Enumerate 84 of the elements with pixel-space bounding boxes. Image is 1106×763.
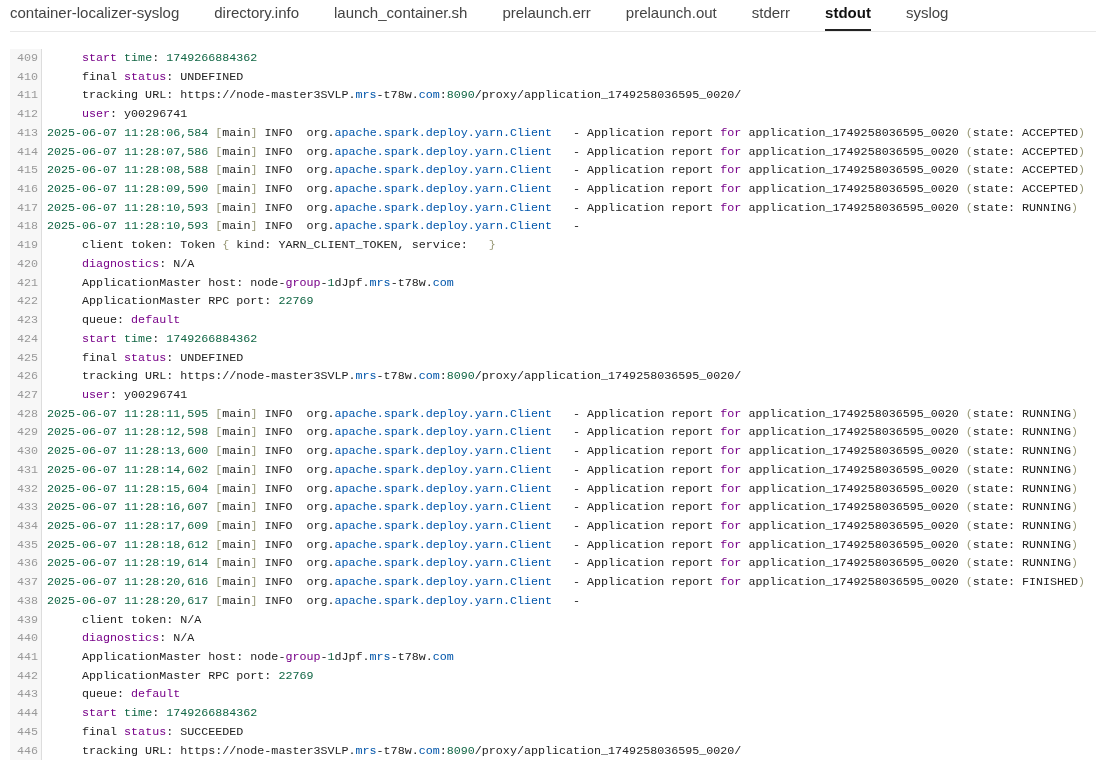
log-line: 2025-06-07 11:28:19,614 [main] INFO org.apache.spark.deploy.yarn.Client - Application report for application_1749258036595_0020 (state: RUNNING) — [47, 555, 1080, 573]
log-line: ApplicationMaster host: node-group-1dJpf.mrs-t78w.com — [81, 274, 455, 292]
line-number: 440 — [15, 630, 39, 648]
log-line: start time: 1749266884362 — [81, 330, 259, 348]
line-number: 413 — [15, 124, 39, 142]
file-tab[interactable]: prelaunch.out — [625, 3, 717, 31]
line-number: 418 — [15, 218, 39, 236]
line-number: 424 — [15, 330, 39, 348]
file-tab[interactable]: stdout — [825, 3, 871, 31]
file-tab[interactable]: container-localizer-syslog — [10, 3, 180, 31]
file-tab[interactable]: syslog — [905, 3, 949, 31]
line-number: 446 — [15, 742, 39, 760]
line-number: 432 — [15, 480, 39, 498]
line-number: 409 — [15, 50, 39, 67]
line-number: 417 — [15, 199, 39, 217]
line-number: 428 — [15, 405, 39, 423]
line-number: 439 — [15, 611, 39, 629]
log-line: 2025-06-07 11:28:10,593 [main] INFO org.apache.spark.deploy.yarn.Client - — [47, 218, 582, 236]
file-tab[interactable]: prelaunch.err — [502, 3, 591, 31]
log-line: 2025-06-07 11:28:10,593 [main] INFO org.apache.spark.deploy.yarn.Client - Application report for application_1749258036595_0020 (state: RUNNING) — [47, 199, 1080, 217]
log-line: 2025-06-07 11:28:07,586 [main] INFO org.apache.spark.deploy.yarn.Client - Application report for application_1749258036595_0020 (state: ACCEPTED) — [47, 143, 1086, 161]
log-line: tracking URL: https://node-master3SVLP.mrs-t78w.com:8090/proxy/application_1749258036595_0020/ — [81, 742, 743, 760]
line-number: 412 — [15, 106, 39, 124]
line-number: 416 — [15, 181, 39, 199]
log-line: start time: 1749266884362 — [81, 50, 259, 67]
log-line: 2025-06-07 11:28:18,612 [main] INFO org.apache.spark.deploy.yarn.Client - Application report for application_1749258036595_0020 (state: RUNNING) — [47, 536, 1080, 554]
line-number: 420 — [15, 255, 39, 273]
line-number: 441 — [15, 649, 39, 666]
log-line: queue: default — [81, 312, 182, 330]
log-line: client token: Token { kind: YARN_CLIENT_TOKEN, service: } — [81, 237, 497, 255]
line-number: 442 — [15, 667, 39, 685]
log-line: ApplicationMaster RPC port: 22769 — [81, 667, 315, 685]
line-number: 430 — [15, 443, 39, 461]
log-line: user: y00296741 — [81, 106, 189, 124]
log-line: client token: N/A — [81, 611, 203, 629]
log-line: tracking URL: https://node-master3SVLP.mrs-t78w.com:8090/proxy/application_1749258036595_0020/ — [81, 87, 743, 105]
line-number: 425 — [15, 349, 39, 367]
line-number: 443 — [15, 686, 39, 704]
log-line: ApplicationMaster host: node-group-1dJpf.mrs-t78w.com — [81, 649, 455, 666]
line-number: 415 — [15, 162, 39, 180]
file-tab[interactable]: stderr — [751, 3, 791, 31]
file-tab[interactable]: launch_container.sh — [334, 3, 468, 31]
line-number: 421 — [15, 274, 39, 292]
log-line: diagnostics: N/A — [81, 255, 196, 273]
log-line: 2025-06-07 11:28:16,607 [main] INFO org.apache.spark.deploy.yarn.Client - Application report for application_1749258036595_0020 (state: RUNNING) — [47, 499, 1080, 517]
line-number: 438 — [15, 592, 39, 610]
line-number: 419 — [15, 237, 39, 255]
line-number: 433 — [15, 499, 39, 517]
line-number: 426 — [15, 368, 39, 386]
log-line: 2025-06-07 11:28:06,584 [main] INFO org.apache.spark.deploy.yarn.Client - Application report for application_1749258036595_0020 (state: ACCEPTED) — [47, 124, 1086, 142]
log-line: diagnostics: N/A — [81, 630, 196, 648]
log-line: queue: default — [81, 686, 182, 704]
log-line: 2025-06-07 11:28:09,590 [main] INFO org.apache.spark.deploy.yarn.Client - Application report for application_1749258036595_0020 (state: ACCEPTED) — [47, 181, 1086, 199]
log-line: 2025-06-07 11:28:11,595 [main] INFO org.apache.spark.deploy.yarn.Client - Application report for application_1749258036595_0020 (state: RUNNING) — [47, 405, 1080, 423]
line-number: 434 — [15, 517, 39, 535]
line-number: 436 — [15, 555, 39, 573]
line-number: 411 — [15, 87, 39, 105]
line-number: 423 — [15, 312, 39, 330]
log-line: user: y00296741 — [81, 386, 189, 404]
line-number: 444 — [15, 705, 39, 723]
log-line: 2025-06-07 11:28:15,604 [main] INFO org.apache.spark.deploy.yarn.Client - Application report for application_1749258036595_0020 (state: RUNNING) — [47, 480, 1080, 498]
file-tab[interactable]: directory.info — [214, 3, 299, 31]
log-line: start time: 1749266884362 — [81, 705, 259, 723]
log-line: 2025-06-07 11:28:12,598 [main] INFO org.apache.spark.deploy.yarn.Client - Application report for application_1749258036595_0020 (state: RUNNING) — [47, 424, 1080, 442]
line-number: 429 — [15, 424, 39, 442]
log-line: 2025-06-07 11:28:17,609 [main] INFO org.apache.spark.deploy.yarn.Client - Application report for application_1749258036595_0020 (state: RUNNING) — [47, 517, 1080, 535]
log-line: 2025-06-07 11:28:08,588 [main] INFO org.apache.spark.deploy.yarn.Client - Application report for application_1749258036595_0020 (state: ACCEPTED) — [47, 162, 1086, 180]
line-number: 410 — [15, 68, 39, 86]
log-line: final status: UNDEFINED — [81, 349, 245, 367]
line-number: 435 — [15, 536, 39, 554]
line-number: 445 — [15, 723, 39, 741]
log-line: final status: UNDEFINED — [81, 68, 245, 86]
line-number: 422 — [15, 293, 39, 311]
log-line: 2025-06-07 11:28:20,617 [main] INFO org.apache.spark.deploy.yarn.Client - — [47, 592, 582, 610]
log-line: 2025-06-07 11:28:20,616 [main] INFO org.apache.spark.deploy.yarn.Client - Application report for application_1749258036595_0020 (state: FINISHED) — [47, 574, 1086, 592]
line-number: 414 — [15, 143, 39, 161]
log-line: ApplicationMaster RPC port: 22769 — [81, 293, 315, 311]
line-number: 431 — [15, 461, 39, 479]
log-line: 2025-06-07 11:28:13,600 [main] INFO org.apache.spark.deploy.yarn.Client - Application report for application_1749258036595_0020 (state: RUNNING) — [47, 443, 1080, 461]
log-line: final status: SUCCEEDED — [81, 723, 245, 741]
log-line: 2025-06-07 11:28:14,602 [main] INFO org.apache.spark.deploy.yarn.Client - Application report for application_1749258036595_0020 (state: RUNNING) — [47, 461, 1080, 479]
log-line: tracking URL: https://node-master3SVLP.mrs-t78w.com:8090/proxy/application_1749258036595_0020/ — [81, 368, 743, 386]
line-number: 427 — [15, 386, 39, 404]
line-number: 437 — [15, 574, 39, 592]
